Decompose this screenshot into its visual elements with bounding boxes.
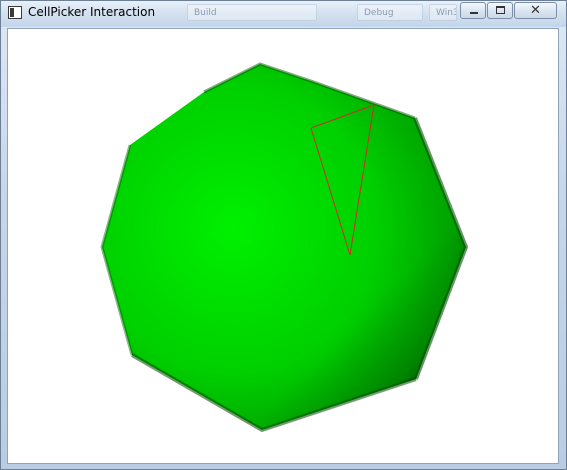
render-viewport[interactable] — [7, 28, 559, 464]
close-icon: ✕ — [530, 3, 541, 18]
window-app-icon[interactable] — [8, 6, 22, 19]
sphere-shadow-rim — [102, 64, 466, 430]
maximize-button[interactable] — [487, 2, 513, 19]
background-toolbar-ghost-3: Win32 — [429, 4, 457, 21]
minimize-button[interactable] — [460, 2, 486, 19]
maximize-icon — [496, 6, 505, 14]
close-button[interactable]: ✕ — [514, 2, 557, 19]
title-bar[interactable]: CellPicker Interaction Build Debug Win32… — [1, 1, 566, 27]
window-title: CellPicker Interaction — [28, 5, 156, 19]
render-scene[interactable] — [8, 29, 559, 464]
minimize-icon — [470, 12, 478, 14]
background-toolbar-ghost-1: Build — [187, 4, 317, 21]
app-window: CellPicker Interaction Build Debug Win32… — [0, 0, 567, 470]
background-toolbar-ghost-2: Debug — [357, 4, 423, 21]
